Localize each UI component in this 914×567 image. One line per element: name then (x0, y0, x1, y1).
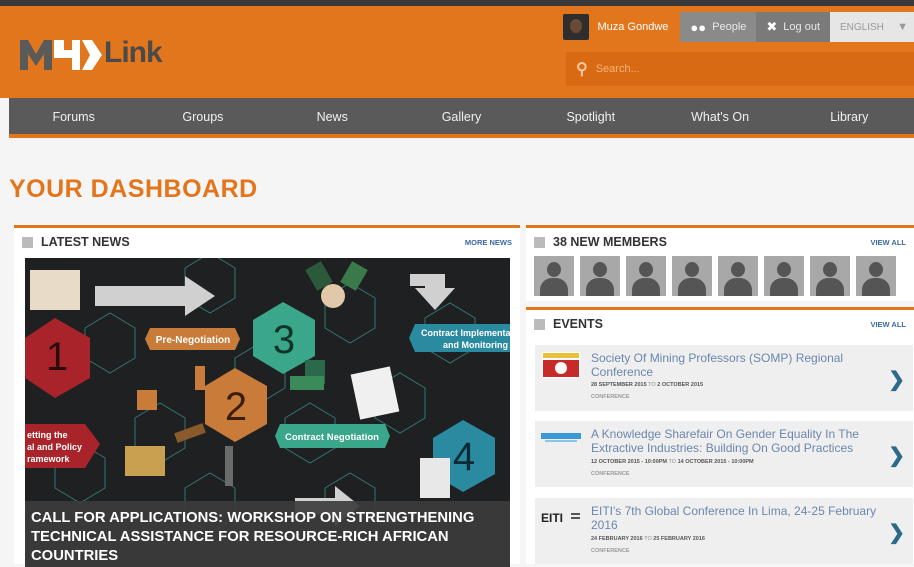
chevron-right-icon[interactable]: ❯ (888, 443, 905, 468)
chevron-right-icon[interactable]: ❯ (888, 520, 905, 545)
language-value: ENGLISH (840, 21, 884, 33)
nav-gallery[interactable]: Gallery (397, 98, 526, 134)
search-input[interactable] (595, 63, 896, 75)
site-header: Link Muza Gondwe ●● People ✖ Log out ENG… (0, 6, 914, 98)
member-avatar[interactable] (672, 256, 712, 296)
somp-logo-icon (541, 351, 581, 379)
logout-label: Log out (783, 21, 820, 33)
latest-news-panel: LATEST NEWS MORE NEWS 1 3 2 4 Pre-Negoti… (14, 225, 520, 567)
logo-mark-icon (20, 40, 102, 70)
view-all-members-link[interactable]: VIEW ALL (870, 238, 906, 247)
event-title[interactable]: A Knowledge Sharefair On Gender Equality… (591, 427, 881, 455)
member-thumbnails (526, 256, 914, 296)
member-avatar[interactable] (810, 256, 850, 296)
event-title[interactable]: Society Of Mining Professors (SOMP) Regi… (591, 351, 881, 379)
events-title: EVENTS (553, 317, 604, 331)
pre-negotiation-label: Pre-Negotiation (156, 335, 230, 346)
event-dates: 28 SEPTEMBER 2015 TO 2 OCTOBER 2015 (591, 382, 704, 388)
current-user[interactable]: Muza Gondwe (555, 12, 681, 42)
user-avatar (563, 14, 590, 40)
event-dates: 12 OCTOBER 2015 - 10:00PM TO 14 OCTOBER … (591, 459, 754, 465)
language-select[interactable]: ENGLISH ▼ (830, 12, 914, 42)
event-type: CONFERENCE (591, 394, 630, 400)
contract-impl-label-2: and Monitoring (443, 340, 508, 350)
event-item[interactable]: Society Of Mining Professors (SOMP) Regi… (535, 345, 913, 411)
framework-label-1: etting the (27, 430, 68, 440)
news-featured-image[interactable]: 1 3 2 4 Pre-Negotiation Contract Negotia… (25, 258, 510, 567)
members-icon (534, 236, 545, 248)
nav-groups[interactable]: Groups (138, 98, 267, 134)
calendar-icon (534, 318, 545, 330)
step-1-number: 1 (46, 335, 68, 379)
event-type: CONFERENCE (591, 471, 630, 477)
nav-news[interactable]: News (268, 98, 397, 134)
eiti-logo-icon: EITI (541, 511, 580, 525)
events-panel: EVENTS VIEW ALL Society Of Mining Profes… (526, 307, 914, 564)
latest-news-header: LATEST NEWS MORE NEWS (14, 228, 520, 256)
site-logo[interactable]: Link (20, 36, 163, 70)
event-dates: 24 FEBRUARY 2016 TO 25 FEBRUARY 2016 (591, 536, 705, 542)
main-nav: Forums Groups News Gallery Spotlight Wha… (9, 98, 914, 138)
view-all-events-link[interactable]: VIEW ALL (870, 320, 906, 329)
people-label: People (712, 21, 747, 33)
sharefair-logo-icon (541, 433, 581, 442)
framework-label-2: al and Policy (27, 442, 82, 452)
step-3-number: 3 (273, 318, 295, 362)
members-title: 38 NEW MEMBERS (553, 235, 667, 249)
svg-text:EITI: EITI (541, 511, 563, 525)
members-header: 38 NEW MEMBERS VIEW ALL (526, 228, 914, 256)
event-item[interactable]: EITI EITI's 7th Global Conference In Lim… (535, 498, 913, 564)
framework-label-3: ramework (27, 454, 71, 464)
more-news-link[interactable]: MORE NEWS (465, 238, 512, 247)
logo-text: Link (104, 36, 163, 69)
chevron-right-icon[interactable]: ❯ (888, 367, 905, 392)
event-type: CONFERENCE (591, 548, 630, 554)
nav-whats-on[interactable]: What's On (655, 98, 784, 134)
nav-library[interactable]: Library (785, 98, 914, 134)
nav-spotlight[interactable]: Spotlight (526, 98, 655, 134)
member-avatar[interactable] (718, 256, 758, 296)
event-title[interactable]: EITI's 7th Global Conference In Lima, 24… (591, 504, 881, 532)
member-avatar[interactable] (856, 256, 896, 296)
events-header: EVENTS VIEW ALL (526, 310, 914, 338)
search-bar: ⚲ (566, 52, 914, 86)
event-item[interactable]: A Knowledge Sharefair On Gender Equality… (535, 421, 913, 487)
step-2-number: 2 (225, 385, 247, 429)
step-4-number: 4 (453, 435, 475, 479)
member-avatar[interactable] (764, 256, 804, 296)
latest-news-title: LATEST NEWS (41, 235, 130, 249)
chevron-down-icon: ▼ (897, 21, 908, 33)
contract-impl-label-1: Contract Implementa (421, 328, 510, 338)
people-button[interactable]: ●● People (680, 12, 757, 42)
news-headline[interactable]: CALL FOR APPLICATIONS: WORKSHOP ON STREN… (25, 501, 510, 567)
member-avatar[interactable] (580, 256, 620, 296)
search-icon: ⚲ (576, 61, 588, 78)
logout-button[interactable]: ✖ Log out (756, 12, 830, 42)
page-title: YOUR DASHBOARD (9, 175, 258, 203)
nav-forums[interactable]: Forums (9, 98, 138, 134)
member-avatar[interactable] (626, 256, 666, 296)
user-name: Muza Gondwe (597, 21, 669, 33)
user-bar: Muza Gondwe ●● People ✖ Log out ENGLISH … (555, 12, 914, 42)
news-icon (22, 236, 33, 248)
people-icon: ●● (690, 19, 707, 35)
new-members-panel: 38 NEW MEMBERS VIEW ALL (526, 225, 914, 301)
close-icon: ✖ (766, 19, 778, 34)
contract-negotiation-label: Contract Negotiation (285, 432, 379, 443)
member-avatar[interactable] (534, 256, 574, 296)
